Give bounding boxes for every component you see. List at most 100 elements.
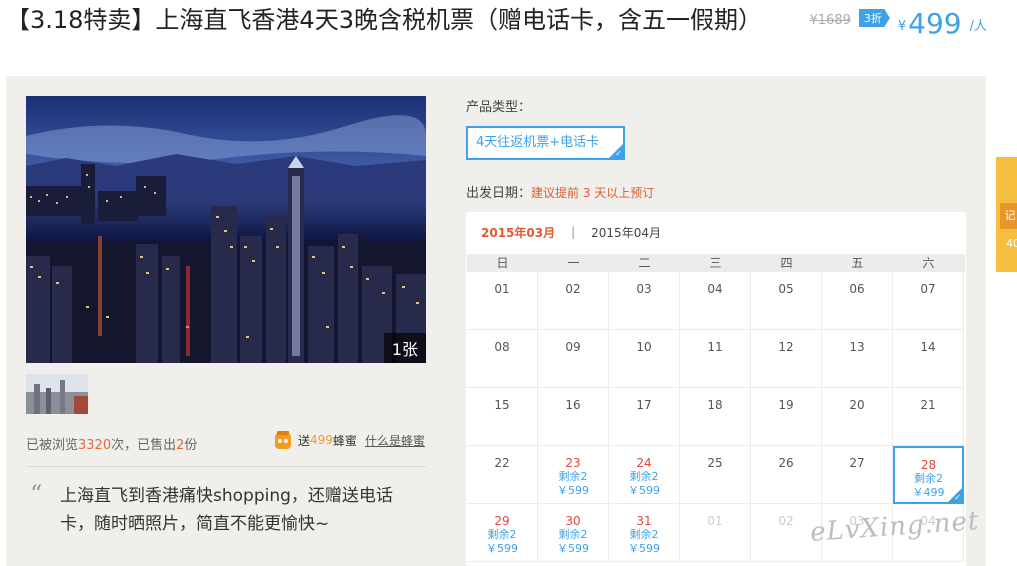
calendar-day-cell: 07 (893, 272, 964, 330)
day-number: 25 (707, 456, 723, 470)
calendar-day-cell: 05 (751, 272, 822, 330)
calendar-day-cell: 09 (538, 330, 609, 388)
check-icon: ✓ (615, 149, 622, 158)
weekday-tue: 二 (638, 256, 651, 270)
day-number: 04 (707, 282, 723, 296)
hero-photo[interactable]: 1张 (26, 96, 426, 363)
booking-tip: 建议提前 3 天以上预订 (531, 186, 655, 200)
calendar-day-cell: 01 (467, 272, 538, 330)
calendar-day-cell: 08 (467, 330, 538, 388)
day-number: 01 (494, 282, 510, 296)
day-number: 09 (565, 340, 581, 354)
day-price: ￥599 (628, 542, 660, 555)
month-tabs: 2015年03月 | 2015年04月 (466, 212, 966, 252)
currency-symbol: ¥ (897, 19, 907, 34)
calendar-day-cell: 21 (893, 388, 964, 446)
calendar-day-cell: 06 (822, 272, 893, 330)
calendar-day-cell: 26 (751, 446, 822, 504)
weekday-mon: 一 (567, 256, 580, 270)
calendar-day-cell: 25 (680, 446, 751, 504)
day-number: 07 (920, 282, 936, 296)
tab-month-2015-04[interactable]: 2015年04月 (591, 224, 661, 241)
tab-month-2015-03[interactable]: 2015年03月 (481, 224, 555, 241)
day-number: 11 (707, 340, 723, 354)
tab-separator: | (571, 225, 576, 239)
day-number: 20 (849, 398, 865, 412)
stock-remaining: 剩余2 (558, 528, 588, 541)
calendar-day-cell: 19 (751, 388, 822, 446)
day-number: 16 (565, 398, 581, 412)
product-description: 上海直飞到香港痛快shopping，还赠送电话卡，随时晒照片，简直不能更愉快~ (60, 486, 393, 534)
weekday-sun: 日 (496, 256, 509, 270)
day-number: 06 (849, 282, 865, 296)
day-number: 03 (636, 282, 652, 296)
honey-jar-icon (275, 431, 291, 449)
day-number: 10 (636, 340, 652, 354)
day-number: 24 (636, 456, 652, 470)
stats-mid: 次，已售出 (111, 438, 177, 453)
stats-prefix: 已被浏览 (26, 438, 79, 453)
weekday-wed: 三 (709, 256, 722, 270)
divider (26, 466, 426, 467)
day-number: 31 (636, 514, 652, 528)
product-type-option-label: 4天往返机票+电话卡 (476, 135, 600, 150)
calendar-day-cell[interactable]: 28 剩余2 ￥499 ✓ (893, 446, 964, 504)
calendar-day-cell: 16 (538, 388, 609, 446)
gift-prefix: 送 (298, 433, 311, 448)
day-number: 30 (565, 514, 581, 528)
day-number: 08 (494, 340, 510, 354)
calendar-day-cell[interactable]: 30 剩余2 ￥599 (538, 504, 609, 562)
day-number: 14 (920, 340, 936, 354)
weekday-thu: 四 (780, 256, 793, 270)
calendar-day-cell: 03 (609, 272, 680, 330)
day-price: ￥599 (557, 542, 589, 555)
day-number: 05 (778, 282, 794, 296)
day-number: 15 (494, 398, 510, 412)
side-widget-number: 40 (1006, 237, 1017, 250)
calendar-day-cell[interactable]: 31 剩余2 ￥599 (609, 504, 680, 562)
view-sold-stats: 已被浏览3320次，已售出2份 (26, 434, 197, 453)
departure-label-text: 出发日期： (466, 186, 532, 201)
price-value: 499 (908, 7, 962, 40)
calendar-day-cell[interactable]: 23 剩余2 ￥599 (538, 446, 609, 504)
thumbnail-picture (26, 374, 88, 414)
calendar-day-cell: 20 (822, 388, 893, 446)
side-float-widget[interactable]: 记 40 (996, 157, 1017, 272)
price-unit: /人 (969, 19, 987, 34)
quote-mark-icon: “ (30, 480, 43, 508)
stats-suffix: 份 (184, 438, 198, 453)
day-number: 21 (920, 398, 936, 412)
weekday-sat: 六 (922, 256, 935, 270)
photo-count-badge[interactable]: 1张 (383, 333, 426, 363)
calendar-day-cell: 10 (609, 330, 680, 388)
calendar-day-cell: 11 (680, 330, 751, 388)
day-number: 01 (707, 514, 723, 528)
day-price: ￥599 (628, 484, 660, 497)
calendar-day-cell: 01 (680, 504, 751, 562)
thumbnail-image[interactable] (26, 374, 88, 414)
gift-suffix: 蜂蜜 (332, 433, 357, 448)
calendar-day-cell: 15 (467, 388, 538, 446)
stock-remaining: 剩余2 (914, 472, 943, 485)
stock-remaining: 剩余2 (629, 528, 659, 541)
original-price: ¥1689 (809, 13, 851, 28)
current-price: ¥ 499 (898, 8, 962, 40)
product-type-label: 产品类型： (466, 100, 532, 115)
day-number: 17 (636, 398, 652, 412)
day-number: 26 (778, 456, 794, 470)
page-title: 【3.18特卖】上海直飞香港4天3晚含税机票（赠电话卡，含五一假期） (6, 6, 762, 34)
calendar-day-cell: 12 (751, 330, 822, 388)
side-widget-label: 记 (1000, 203, 1017, 229)
hong-kong-skyline-image (26, 96, 426, 363)
calendar-day-cell[interactable]: 29 剩余2 ￥599 (467, 504, 538, 562)
price-box: ¥1689 3折 ¥ 499 /人 (810, 6, 987, 40)
calendar-day-cell: 27 (822, 446, 893, 504)
calendar-day-cell: 22 (467, 446, 538, 504)
calendar-day-cell: 18 (680, 388, 751, 446)
calendar-day-cell: 13 (822, 330, 893, 388)
calendar-day-cell[interactable]: 24 剩余2 ￥599 (609, 446, 680, 504)
calendar-day-cell: 17 (609, 388, 680, 446)
day-price: ￥599 (486, 542, 518, 555)
what-is-honey-link[interactable]: 什么是蜂蜜 (365, 432, 425, 449)
product-type-option[interactable]: 4天往返机票+电话卡 ✓ (466, 126, 625, 160)
